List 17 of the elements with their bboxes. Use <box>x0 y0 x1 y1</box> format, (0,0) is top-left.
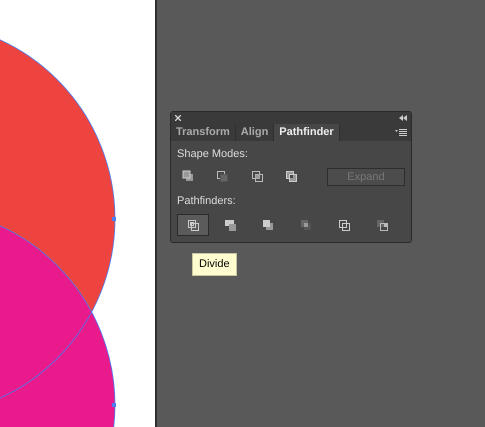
overlapping-squares-icon <box>224 218 236 232</box>
tooltip: Divide <box>192 253 237 276</box>
overlapping-squares-icon <box>376 218 388 232</box>
panel-tab[interactable]: Pathfinder <box>274 124 340 141</box>
overlapping-squares-icon <box>186 218 200 232</box>
overlapping-squares-icon <box>216 170 230 183</box>
section-label: Pathfinders: <box>177 194 237 208</box>
collapse-icon[interactable] <box>399 115 407 121</box>
section-label: Shape Modes: <box>177 147 249 162</box>
overlapping-squares-icon <box>250 170 264 183</box>
overlapping-squares-icon <box>300 218 312 232</box>
overlapping-squares-icon <box>262 218 274 232</box>
overlapping-squares-icon <box>182 170 195 183</box>
overlapping-squares-icon <box>285 170 298 183</box>
pathfinder-button[interactable] <box>177 214 209 236</box>
close-icon[interactable] <box>175 115 181 121</box>
overlapping-squares-icon <box>338 218 350 232</box>
